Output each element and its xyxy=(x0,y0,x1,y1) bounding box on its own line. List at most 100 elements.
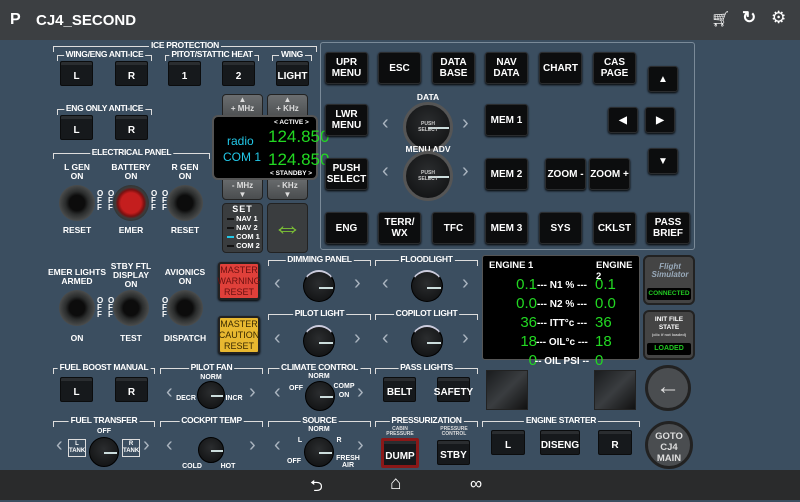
chart-button[interactable]: CHART xyxy=(539,52,582,84)
set-option-nav1[interactable]: NAV 1 xyxy=(223,214,262,223)
pilot-fan-decrease-arrow[interactable]: ‹ xyxy=(166,381,173,404)
swap-frequency-button[interactable]: ⇔ xyxy=(267,203,308,253)
copilot-light-increase-arrow[interactable]: › xyxy=(462,327,469,350)
init-file-state-button[interactable]: INIT FILE STATE (clic if not loaded) LOA… xyxy=(643,310,695,360)
mem-2-button[interactable]: MEM 2 xyxy=(485,158,528,190)
lwr-menu-button[interactable]: LWR MENU xyxy=(325,104,368,136)
refresh-icon[interactable]: ↻ xyxy=(742,8,756,28)
connection-status-button[interactable]: Flight Simulator CONNECTED xyxy=(643,255,695,305)
data-decrease-arrow[interactable]: ‹ xyxy=(382,112,389,135)
floodlight-increase-arrow[interactable]: › xyxy=(462,272,469,295)
floodlight-decrease-arrow[interactable]: ‹ xyxy=(382,272,389,295)
diseng-button[interactable]: DISENG xyxy=(540,430,580,455)
dimming-decrease-arrow[interactable]: ‹ xyxy=(274,272,281,295)
cockpit-temp-group: COCKPIT TEMP xyxy=(160,415,263,427)
fuel-transfer-increase-arrow[interactable]: › xyxy=(143,434,150,457)
wing-eng-anti-ice-r-button[interactable]: R xyxy=(115,61,148,86)
off-label: OFF xyxy=(287,458,301,465)
avionics-switch[interactable] xyxy=(167,290,203,326)
source-increase-arrow[interactable]: › xyxy=(357,434,364,457)
pitot-heat-2-button[interactable]: 2 xyxy=(222,61,255,86)
climate-increase-arrow[interactable]: › xyxy=(357,381,364,404)
dimming-increase-arrow[interactable]: › xyxy=(354,272,361,295)
cart-icon[interactable]: 🛒︎ xyxy=(711,10,730,28)
engine-starter-r-button[interactable]: R xyxy=(598,430,632,455)
left-arrow-button[interactable]: ◀ xyxy=(608,107,638,133)
cklst-button[interactable]: CKLST xyxy=(593,212,636,244)
nav-data-button[interactable]: NAV DATA xyxy=(485,52,528,84)
dimming-panel-knob[interactable] xyxy=(303,270,335,302)
engine-starter-l-button[interactable]: L xyxy=(491,430,525,455)
set-option-com1[interactable]: COM 1 xyxy=(223,232,262,241)
climate-control-knob[interactable] xyxy=(305,381,335,411)
cockpit-temp-increase-arrow[interactable]: › xyxy=(249,434,256,457)
mem-1-button[interactable]: MEM 1 xyxy=(485,104,528,136)
stby-ftl-switch[interactable] xyxy=(113,290,149,326)
gear-icon[interactable]: ⚙ xyxy=(771,8,786,28)
stby-button[interactable]: STBY xyxy=(437,440,470,465)
cockpit-temp-decrease-arrow[interactable]: ‹ xyxy=(166,434,173,457)
copilot-light-knob[interactable] xyxy=(411,325,443,357)
zoom-minus-button[interactable]: ZOOM - xyxy=(545,158,586,190)
home-icon[interactable]: ⌂ xyxy=(390,473,401,495)
radio-set-button[interactable]: SET NAV 1 NAV 2 COM 1 COM 2 xyxy=(222,203,263,253)
pilot-light-decrease-arrow[interactable]: ‹ xyxy=(274,327,281,350)
pitot-heat-1-button[interactable]: 1 xyxy=(168,61,201,86)
zoom-plus-button[interactable]: ZOOM + xyxy=(589,158,630,190)
climate-decrease-arrow[interactable]: ‹ xyxy=(274,381,281,404)
eng-only-anti-ice-l-button[interactable]: L xyxy=(60,115,93,140)
data-increase-arrow[interactable]: › xyxy=(462,112,469,135)
right-arrow-button[interactable]: ▶ xyxy=(645,107,675,133)
eng-button[interactable]: ENG xyxy=(325,212,368,244)
off-label: OFF xyxy=(151,189,158,212)
dump-button[interactable]: DUMP xyxy=(381,438,419,468)
up-arrow-button[interactable]: ▲ xyxy=(648,66,678,92)
fuel-boost-l-button[interactable]: L xyxy=(60,377,93,402)
goto-cj4-main-button[interactable]: GOTO CJ4 MAIN xyxy=(645,421,693,469)
avionics-label: AVIONICS ON xyxy=(164,267,206,286)
eng-only-anti-ice-r-button[interactable]: R xyxy=(115,115,148,140)
master-warning-button[interactable]: MASTER WARNING RESET xyxy=(217,262,261,300)
off-label: OFF xyxy=(162,189,169,212)
menu-adv-increase-arrow[interactable]: › xyxy=(462,160,469,183)
pilot-light-knob[interactable] xyxy=(303,325,335,357)
menu-adv-decrease-arrow[interactable]: ‹ xyxy=(382,160,389,183)
pilot-fan-increase-arrow[interactable]: › xyxy=(249,381,256,404)
down-arrow-button[interactable]: ▼ xyxy=(648,148,678,174)
pilot-fan-knob[interactable] xyxy=(197,381,225,409)
data-base-button[interactable]: DATA BASE xyxy=(432,52,475,84)
cockpit-temp-knob[interactable] xyxy=(198,437,224,463)
l-gen-switch[interactable] xyxy=(59,185,95,221)
fuel-boost-r-button[interactable]: R xyxy=(115,377,148,402)
mem-3-button[interactable]: MEM 3 xyxy=(485,212,528,244)
pass-brief-button[interactable]: PASS BRIEF xyxy=(646,212,690,244)
back-button[interactable]: ← xyxy=(645,365,691,411)
source-knob[interactable] xyxy=(304,437,334,467)
sys-button[interactable]: SYS xyxy=(539,212,582,244)
tfc-button[interactable]: TFC xyxy=(432,212,475,244)
off-label: OFF xyxy=(97,296,104,319)
esc-button[interactable]: ESC xyxy=(378,52,421,84)
battery-switch[interactable] xyxy=(113,185,149,221)
floodlight-knob[interactable] xyxy=(411,270,443,302)
fuel-transfer-knob[interactable] xyxy=(89,437,119,467)
upr-menu-button[interactable]: UPR MENU xyxy=(325,52,368,84)
safety-button[interactable]: SAFETY xyxy=(434,377,473,402)
r-gen-switch[interactable] xyxy=(167,185,203,221)
cas-page-button[interactable]: CAS PAGE xyxy=(593,52,636,84)
recent-apps-icon[interactable]: ∞ xyxy=(470,474,482,494)
copilot-light-decrease-arrow[interactable]: ‹ xyxy=(382,327,389,350)
terr-wx-button[interactable]: TERR/ WX xyxy=(378,212,421,244)
push-select-button[interactable]: PUSH SELECT xyxy=(325,158,368,190)
wing-light-button[interactable]: LIGHT xyxy=(276,61,309,86)
wing-eng-anti-ice-l-button[interactable]: L xyxy=(60,61,93,86)
belt-button[interactable]: BELT xyxy=(383,377,416,402)
pilot-light-increase-arrow[interactable]: › xyxy=(354,327,361,350)
emer-lights-switch[interactable] xyxy=(59,290,95,326)
back-icon[interactable]: ⮌ xyxy=(310,475,323,502)
set-option-com2[interactable]: COM 2 xyxy=(223,241,262,250)
fuel-transfer-decrease-arrow[interactable]: ‹ xyxy=(56,434,63,457)
source-decrease-arrow[interactable]: ‹ xyxy=(274,434,281,457)
set-option-nav2[interactable]: NAV 2 xyxy=(223,223,262,232)
master-caution-button[interactable]: MASTER CAUTION RESET xyxy=(218,316,260,354)
